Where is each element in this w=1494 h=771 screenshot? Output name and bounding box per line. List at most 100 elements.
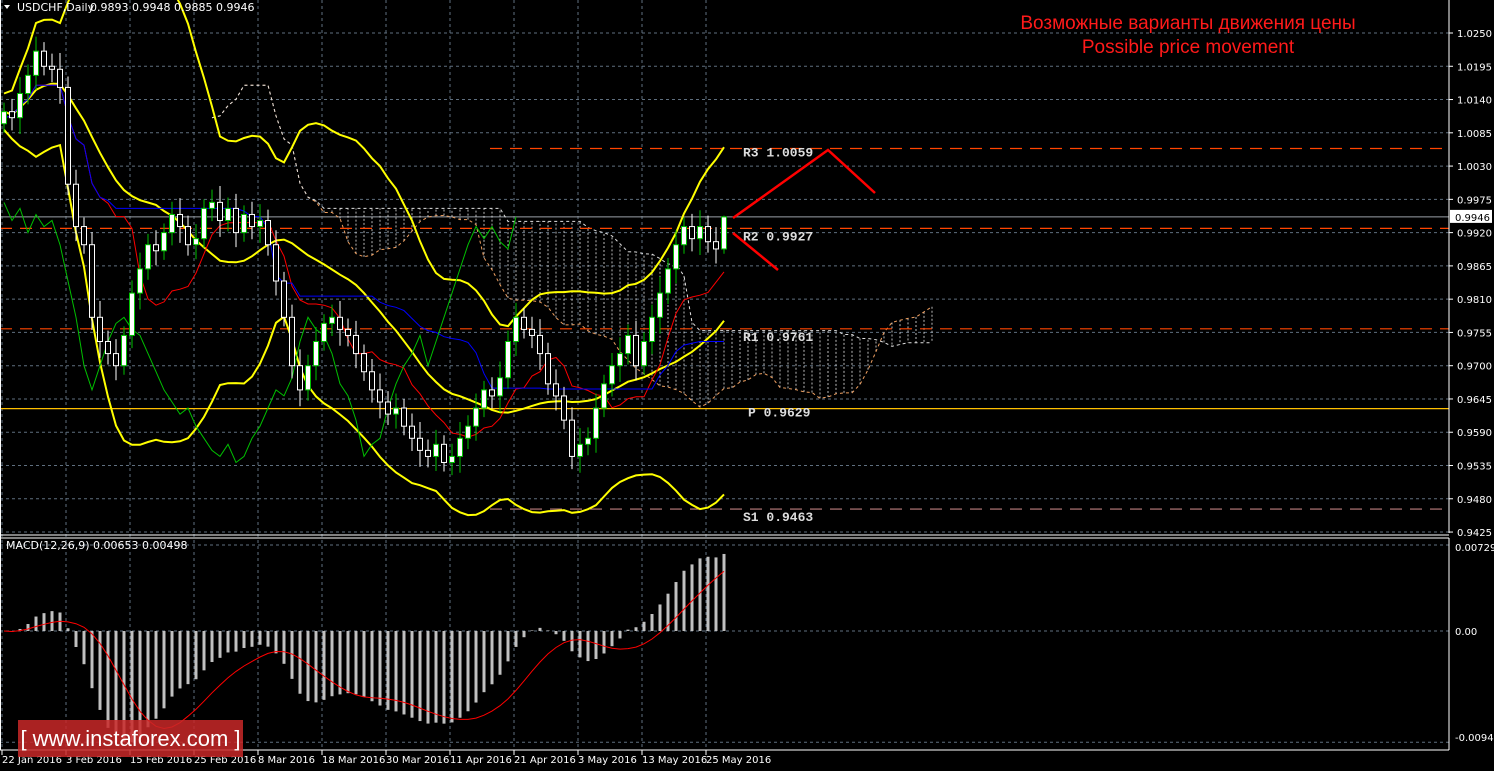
y-tick-label: 0.9975: [1457, 195, 1492, 206]
candle-body: [9, 111, 15, 119]
candle-body: [705, 226, 711, 243]
candle-body: [569, 419, 575, 457]
pivot-label-r2: R2 0.9927: [743, 229, 813, 244]
tenkan-sen: [3, 84, 725, 438]
macd-bar: [490, 631, 494, 685]
candle-body: [561, 395, 567, 421]
macd-bar: [570, 631, 574, 652]
macd-bar: [218, 631, 222, 658]
candle-body: [529, 328, 535, 336]
candle-body: [273, 244, 279, 282]
macd-bar: [370, 631, 374, 702]
macd-bar: [538, 627, 542, 631]
candle-body: [57, 68, 63, 88]
macd-bar: [194, 631, 198, 680]
y-tick-label: 0.9590: [1457, 428, 1492, 439]
chart-header: USDCHF,Daily 0.9893 0.9948 0.9885 0.9946…: [4, 1, 254, 552]
x-tick-label: 8 Mar 2016: [258, 755, 315, 766]
macd-bar: [458, 631, 462, 718]
macd-bar: [154, 631, 158, 719]
candle-body: [49, 65, 55, 70]
macd-bar: [354, 631, 358, 695]
dropdown-triangle-icon[interactable]: [4, 5, 10, 9]
candle-body: [385, 401, 391, 415]
macd-bar: [42, 613, 46, 631]
macd-bar: [186, 631, 190, 685]
candle-body: [593, 407, 599, 439]
candle-body: [193, 238, 199, 246]
candle-body: [601, 383, 607, 409]
macd-bar: [706, 556, 710, 631]
candle-body: [177, 213, 183, 228]
candle-body: [97, 316, 103, 342]
macd-bar: [650, 614, 654, 631]
macd-bar: [170, 631, 174, 697]
candle-body: [41, 50, 47, 67]
macd-bar: [714, 557, 718, 631]
macd-bar: [282, 631, 286, 664]
candle-body: [289, 316, 295, 367]
x-tick-label: 11 Apr 2016: [450, 755, 512, 766]
x-tick-label: 30 Mar 2016: [386, 755, 449, 766]
macd-bar: [250, 631, 254, 647]
macd-bar: [346, 631, 350, 694]
macd-bar: [386, 631, 390, 710]
macd-bar: [26, 623, 30, 631]
candle-body: [433, 443, 439, 457]
candle-body: [105, 340, 111, 355]
candle-body: [537, 334, 543, 355]
y-tick-label: 0.9535: [1457, 462, 1492, 473]
candle-body: [713, 241, 719, 250]
pivot-label-p: P 0.9629: [748, 406, 811, 421]
candle-body: [505, 340, 511, 379]
macd-bar: [162, 631, 166, 709]
current-price-label: 0.9946: [1455, 213, 1490, 224]
macd-bar: [266, 631, 270, 647]
candle-body: [201, 207, 207, 240]
candle-body: [329, 316, 335, 324]
macd-bar: [610, 631, 614, 647]
candle-body: [153, 244, 159, 252]
candle-body: [1, 111, 7, 125]
macd-bar: [82, 631, 86, 665]
candle-body: [225, 207, 231, 222]
macd-bar: [178, 631, 182, 689]
macd-bar: [258, 631, 262, 645]
candle-body: [649, 316, 655, 342]
macd-bar: [394, 631, 398, 712]
candle-body: [409, 425, 415, 439]
candle-body: [209, 201, 215, 209]
macd-bar: [74, 631, 78, 647]
candle-body: [641, 340, 647, 367]
candle-body: [241, 213, 247, 234]
y-tick-label: 1.0195: [1457, 62, 1492, 73]
macd-bar: [522, 631, 526, 638]
y-tick-label: 1.0250: [1457, 29, 1492, 40]
macd-bar: [234, 631, 238, 652]
candle-body: [89, 244, 95, 318]
macd-bar: [578, 631, 582, 658]
macd-bar: [690, 564, 694, 631]
candle-body: [265, 220, 271, 246]
candle-body: [161, 232, 167, 252]
macd-bar: [242, 631, 246, 649]
price-chart[interactable]: R3 1.0059 R2 0.9927 R1 0.9761 P 0.9629 S1 0.…: [0, 0, 1494, 771]
x-tick-label: 21 Apr 2016: [514, 755, 576, 766]
macd-bar: [586, 631, 590, 662]
macd-bar: [562, 631, 566, 641]
candle-body: [353, 334, 359, 355]
candle-body: [657, 292, 663, 318]
candle-body: [137, 268, 143, 294]
candle-body: [609, 365, 615, 385]
y-tick-label: 1.0030: [1457, 162, 1492, 173]
macd-bar: [274, 631, 278, 654]
macd-bar: [674, 582, 678, 631]
macd-bar: [466, 631, 470, 712]
macd-bar: [506, 631, 510, 662]
x-tick-label: 25 May 2016: [706, 755, 771, 766]
macd-bar: [634, 627, 638, 631]
x-tick-label: 3 May 2016: [578, 755, 637, 766]
macd-bar: [330, 631, 334, 697]
candle-body: [489, 389, 495, 397]
instaforex-watermark: [ www.instaforex.com ]: [18, 720, 243, 757]
